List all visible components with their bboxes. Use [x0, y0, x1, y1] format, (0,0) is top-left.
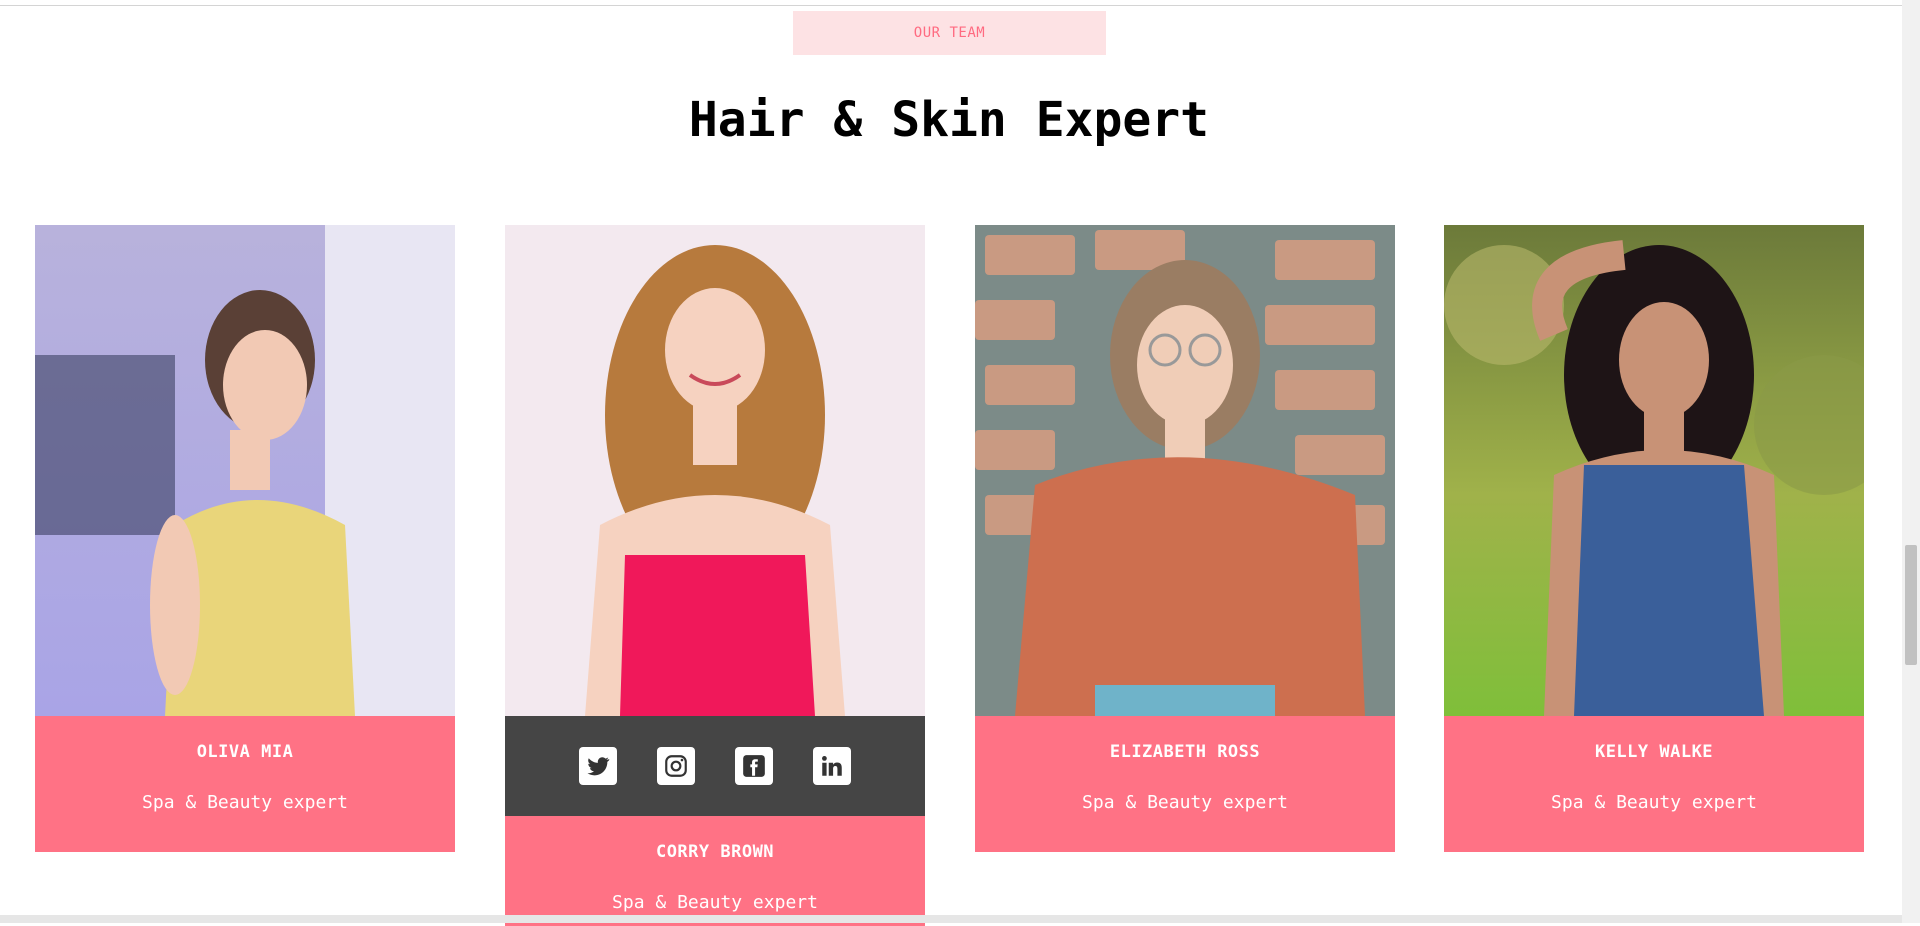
member-name: KELLY WALKE — [1594, 742, 1714, 762]
vertical-scrollbar[interactable] — [1902, 0, 1920, 923]
member-photo — [1444, 225, 1864, 716]
top-divider — [0, 5, 1920, 6]
member-name: OLIVA MIA — [196, 742, 294, 762]
member-photo — [975, 225, 1395, 716]
member-photo — [505, 225, 925, 716]
member-photo — [35, 225, 455, 716]
member-caption: KELLY WALKE Spa & Beauty expert — [1444, 716, 1864, 852]
team-card-oliva-mia[interactable]: OLIVA MIA Spa & Beauty expert — [35, 225, 455, 852]
section-eyebrow: OUR TEAM — [793, 11, 1106, 55]
scrollbar-thumb[interactable] — [1905, 545, 1917, 665]
member-name: ELIZABETH ROSS — [1109, 742, 1261, 762]
member-role: Spa & Beauty expert — [612, 892, 818, 913]
twitter-icon[interactable] — [579, 747, 617, 785]
member-caption: CORRY BROWN Spa & Beauty expert — [505, 816, 925, 926]
eyebrow-label: OUR TEAM — [913, 25, 986, 41]
section-title: Hair & Skin Expert — [688, 92, 1210, 148]
member-role: Spa & Beauty expert — [1551, 792, 1757, 813]
team-card-corry-brown[interactable]: CORRY BROWN Spa & Beauty expert — [505, 225, 925, 926]
member-name: CORRY BROWN — [655, 842, 775, 862]
instagram-icon[interactable] — [657, 747, 695, 785]
facebook-icon[interactable] — [735, 747, 773, 785]
linkedin-icon[interactable] — [813, 747, 851, 785]
member-caption: ELIZABETH ROSS Spa & Beauty expert — [975, 716, 1395, 852]
horizontal-scrollbar[interactable] — [0, 915, 1902, 923]
team-card-kelly-walke[interactable]: KELLY WALKE Spa & Beauty expert — [1444, 225, 1864, 852]
member-role: Spa & Beauty expert — [1082, 792, 1288, 813]
member-caption: OLIVA MIA Spa & Beauty expert — [35, 716, 455, 852]
team-card-elizabeth-ross[interactable]: ELIZABETH ROSS Spa & Beauty expert — [975, 225, 1395, 852]
member-role: Spa & Beauty expert — [142, 792, 348, 813]
social-links-bar — [505, 716, 925, 816]
